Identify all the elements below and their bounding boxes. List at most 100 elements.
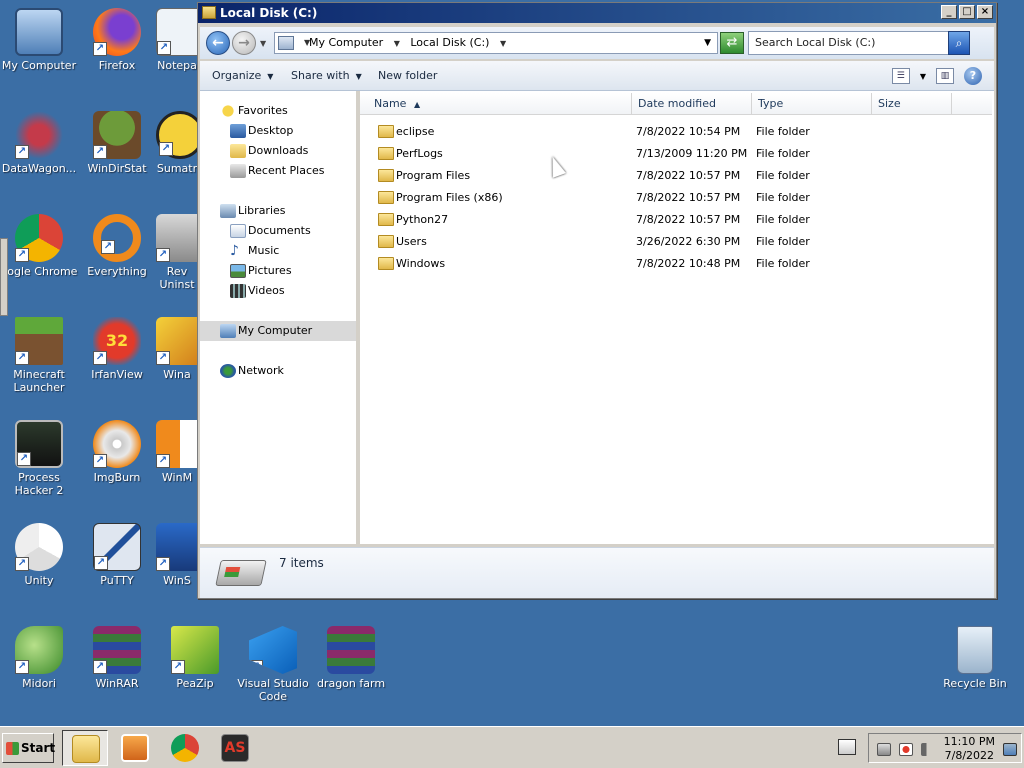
desktop-icon-putty[interactable]: ↗ PuTTY [78,523,156,587]
refresh-button[interactable]: ⇄ [720,32,744,54]
new-folder-button[interactable]: New folder [378,69,437,82]
sumatra-icon: ↗ [156,111,198,159]
desktop-icon-winamp[interactable]: ↗ Wina [156,317,198,381]
folder-icon [378,235,394,248]
security-alert-icon[interactable] [899,743,913,756]
nav-music[interactable]: ♪ Music [200,241,356,261]
view-controls: ☰ ▼ ▥ ? [891,67,982,85]
clock[interactable]: 11:10 PM 7/8/2022 [944,735,995,763]
desktop-icon-process-hacker[interactable]: ↗ Process Hacker 2 [0,420,78,497]
nav-pictures[interactable]: Pictures [200,261,356,281]
file-row-program-files[interactable]: Program Files 7/8/2022 10:57 PM File fol… [374,165,974,187]
column-header-size[interactable]: Size [872,93,952,115]
desktop-icon-label: DataWagon... [1,162,77,175]
organize-button[interactable]: Organize ▼ [212,69,273,82]
taskbar-explorer[interactable] [62,730,108,766]
maximize-button[interactable]: □ [959,5,975,19]
file-row-windows[interactable]: Windows 7/8/2022 10:48 PM File folder [374,253,974,275]
search-input[interactable]: Search Local Disk (C:) ⌕ [748,31,970,55]
nav-documents[interactable]: Documents [200,221,356,241]
share-with-button[interactable]: Share with ▼ [291,69,362,82]
notepad-icon: ↗ [156,8,198,56]
address-bar[interactable]: ▼ My Computer ▼ Local Disk (C:) ▼ ▼ [274,32,718,54]
sort-ascending-icon: ▲ [413,100,421,109]
desktop-icon-winscp[interactable]: ↗ WinS [156,523,198,587]
desktop-icon-imgburn[interactable]: ↗ ImgBurn [78,420,156,484]
network-tray-icon[interactable] [877,743,891,756]
desktop-icon-datawagon[interactable]: ↗ DataWagon... [0,111,78,175]
start-label: Start [21,741,56,755]
desktop-icon-label: Wina [163,368,191,381]
desktop-icon-vscode[interactable]: ↗ Visual Studio Code [234,626,312,703]
desktop-icon-recycle-bin[interactable]: Recycle Bin [936,626,1014,690]
desktop-icon-midori[interactable]: ↗ Midori [0,626,78,690]
taskbar-media-player[interactable] [112,730,158,766]
back-button[interactable]: ← [206,31,230,55]
clock-date: 7/8/2022 [944,749,995,762]
file-row-users[interactable]: Users 3/26/2022 6:30 PM File folder [374,231,974,253]
desktop-icon-notepad[interactable]: ↗ Notepa [156,8,198,72]
nav-network[interactable]: Network [200,361,356,381]
desktop-icon-irfanview[interactable]: 32 ↗ IrfanView [78,317,156,381]
nav-videos[interactable]: Videos [200,281,356,301]
desktop-icon-minecraft-launcher[interactable]: ↗ Minecraft Launcher [0,317,78,394]
title-bar[interactable]: Local Disk (C:) _ □ × [198,3,996,23]
forward-button[interactable]: → [232,31,256,55]
nav-desktop[interactable]: Desktop [200,121,356,141]
desktop-icon-my-computer[interactable]: My Computer [0,8,78,72]
start-button[interactable]: Start [2,733,56,763]
recent-pages-dropdown[interactable]: ▼ [260,39,266,48]
file-row-program-files-x86[interactable]: Program Files (x86) 7/8/2022 10:57 PM Fi… [374,187,974,209]
desktop-side-tab[interactable] [0,238,8,316]
putty-icon: ↗ [93,523,141,571]
nav-favorites[interactable]: Favorites [200,101,356,121]
shortcut-arrow-icon: ↗ [101,240,115,254]
breadcrumb-my-computer[interactable]: My Computer [309,36,383,49]
change-view-icon[interactable]: ☰ [891,68,910,84]
taskbar-as-app[interactable]: AS [212,730,258,766]
file-row-python27[interactable]: Python27 7/8/2022 10:57 PM File folder [374,209,974,231]
column-header-type[interactable]: Type [752,93,872,115]
desktop-icon-firefox[interactable]: ↗ Firefox [78,8,156,72]
breadcrumb-separator[interactable]: ▼ [304,33,310,53]
taskbar-chrome[interactable] [162,730,208,766]
breadcrumb-local-disk[interactable]: Local Disk (C:) [410,36,489,49]
action-center-icon[interactable] [838,739,856,755]
column-header-date-modified[interactable]: Date modified [632,93,752,115]
file-row-eclipse[interactable]: eclipse 7/8/2022 10:54 PM File folder [374,121,974,143]
volume-icon[interactable] [921,743,935,756]
desktop-icon-windirstat[interactable]: ↗ WinDirStat [78,111,156,175]
show-desktop-icon[interactable] [1003,743,1017,756]
help-icon[interactable]: ? [964,67,982,85]
desktop-icon-revo-uninstaller[interactable]: ↗ Rev Uninst [156,214,198,291]
desktop-icon-winrar[interactable]: ↗ WinRAR [78,626,156,690]
view-options-dropdown[interactable]: ▼ [920,72,926,81]
address-dropdown-icon[interactable]: ▼ [704,33,711,53]
system-tray: 11:10 PM 7/8/2022 [868,733,1022,763]
desktop-icon-everything[interactable]: ↗ Everything [78,214,156,278]
breadcrumb-separator[interactable]: ▼ [394,39,400,48]
nav-downloads[interactable]: Downloads [200,141,356,161]
desktop-icon-peazip[interactable]: ↗ PeaZip [156,626,234,690]
libraries-icon [220,204,236,218]
nav-recent-places[interactable]: Recent Places [200,161,356,181]
preview-pane-icon[interactable]: ▥ [936,68,954,84]
shortcut-arrow-icon: ↗ [15,660,29,674]
desktop-icon-dragon-farm[interactable]: dragon farm [312,626,390,690]
desktop-icon-google-chrome[interactable]: ↗ oogle Chrome [0,214,78,278]
nav-libraries[interactable]: Libraries [200,201,356,221]
windirstat-icon: ↗ [93,111,141,159]
desktop-icon-winmerge[interactable]: ↗ WinM [156,420,198,484]
search-icon[interactable]: ⌕ [948,31,970,55]
breadcrumb-separator[interactable]: ▼ [500,39,506,48]
desktop-icon-label: Minecraft Launcher [13,368,65,394]
minimize-button[interactable]: _ [941,5,957,19]
file-row-perflogs[interactable]: PerfLogs 7/13/2009 11:20 PM File folder [374,143,974,165]
column-header-name[interactable]: Name ▲ [360,93,632,115]
nav-my-computer[interactable]: My Computer [200,321,356,341]
desktop-icon-sumatra[interactable]: ↗ Sumatr [156,111,198,175]
downloads-icon [230,144,246,158]
desktop-icon-unity[interactable]: ↗ Unity [0,523,78,587]
close-button[interactable]: × [977,5,993,19]
file-date: 3/26/2022 6:30 PM [636,235,741,248]
